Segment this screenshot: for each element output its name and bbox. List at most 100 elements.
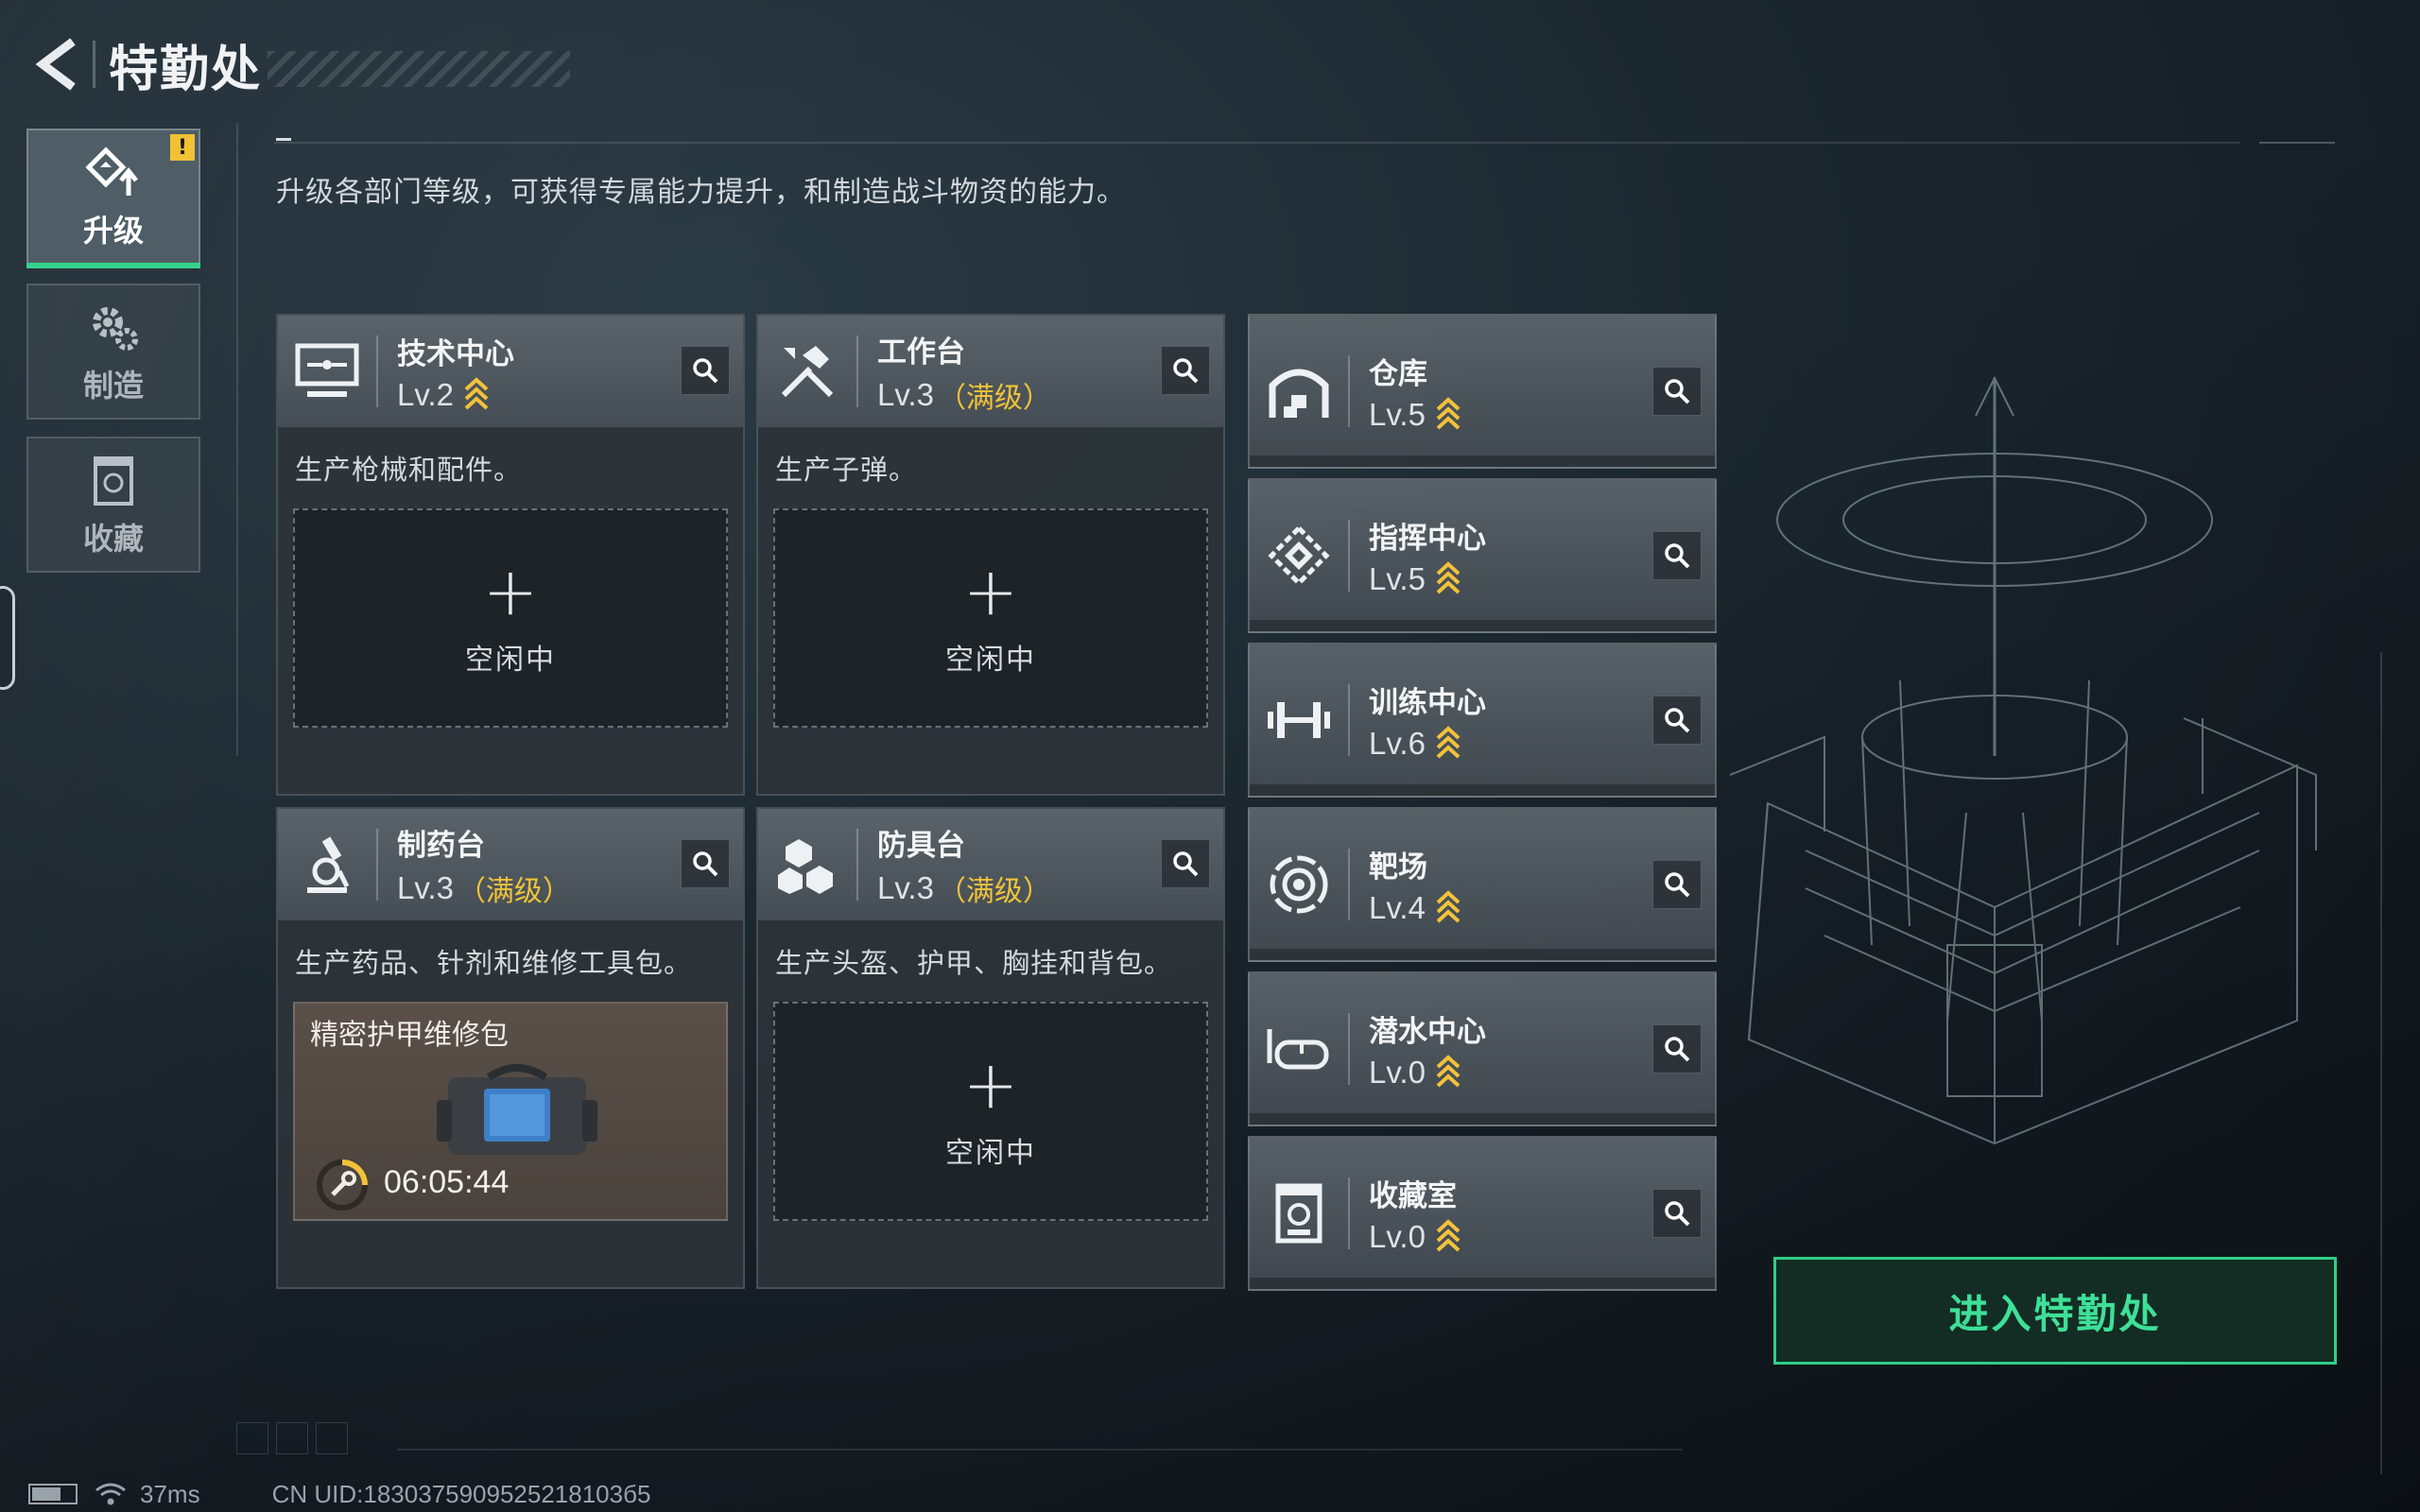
upgrade-chevrons-icon <box>1435 889 1461 927</box>
right-divider <box>2380 652 2382 1474</box>
dept-name: 制药台 <box>397 828 485 863</box>
facility-level: Lv.5 <box>1369 560 1426 596</box>
inspect-button[interactable] <box>1652 860 1702 909</box>
inspect-button[interactable] <box>681 839 730 888</box>
search-icon <box>1665 379 1690 404</box>
production-slot-idle[interactable]: + 空闲中 <box>773 1002 1208 1221</box>
dept-header[interactable]: 制药台 Lv.3 （满级） <box>278 809 743 920</box>
repair-kit-bag-image <box>437 1057 597 1172</box>
upgrade-icon <box>80 143 147 203</box>
add-icon: + <box>962 1046 1019 1124</box>
max-level-tag: （满级） <box>937 874 1051 908</box>
facility-card-training-center[interactable]: 训练中心 Lv.6 <box>1248 643 1717 798</box>
nav-tab-upgrade[interactable]: ! 升级 <box>26 129 200 268</box>
search-icon <box>1173 851 1199 877</box>
header-divider <box>1348 520 1350 592</box>
facility-card-collection-room[interactable]: 收藏室 Lv.0 <box>1248 1136 1717 1291</box>
search-icon <box>693 358 718 384</box>
facility-name: 收藏室 <box>1369 1178 1457 1213</box>
facility-level: Lv.0 <box>1369 1218 1426 1254</box>
collection-icon <box>80 451 147 511</box>
header-divider <box>93 41 95 88</box>
dept-name: 工作台 <box>877 335 965 369</box>
facility-level: Lv.5 <box>1369 396 1426 432</box>
microscope-icon <box>278 809 376 920</box>
dept-description: 生产枪械和配件。 <box>295 454 523 486</box>
header-divider <box>1348 1177 1350 1249</box>
inspect-button[interactable] <box>1161 839 1210 888</box>
enter-special-ops-button[interactable]: 进入特勤处 <box>1773 1257 2337 1365</box>
production-slot-idle[interactable]: + 空闲中 <box>293 508 728 728</box>
upgrade-chevrons-icon <box>1435 396 1461 434</box>
search-icon <box>1665 543 1690 569</box>
nav-tab-collection[interactable]: 收藏 <box>26 437 200 573</box>
inspect-button[interactable] <box>1652 1189 1702 1238</box>
search-icon <box>1665 1201 1690 1227</box>
wifi-icon <box>95 1483 126 1505</box>
search-icon <box>1173 358 1199 384</box>
upgrade-chevrons-icon <box>1435 725 1461 763</box>
wrench-timer-icon <box>316 1159 369 1215</box>
inspect-button[interactable] <box>1161 346 1210 395</box>
dept-header[interactable]: 防具台 Lv.3 （满级） <box>758 809 1223 920</box>
facility-card-diving-center[interactable]: 潜水中心 Lv.0 <box>1248 971 1717 1126</box>
dept-card-pharmacy: 制药台 Lv.3 （满级） 生产药品、针剂和维修工具包。 精密护甲维修包 06:… <box>276 807 745 1289</box>
dumbbell-icon <box>1250 644 1348 796</box>
back-button[interactable] <box>28 31 85 97</box>
dept-description: 生产药品、针剂和维修工具包。 <box>295 947 693 979</box>
facility-level: Lv.4 <box>1369 889 1426 925</box>
header-divider <box>1348 355 1350 427</box>
production-slot-idle[interactable]: + 空闲中 <box>773 508 1208 728</box>
inspect-button[interactable] <box>1652 1024 1702 1074</box>
bottom-decoration <box>236 1422 348 1454</box>
status-bar: 37ms CN UID:1830375909525218103б5 <box>28 1480 650 1508</box>
top-rule <box>274 142 2240 144</box>
header-divider <box>856 829 858 901</box>
dept-level: Lv.3 <box>877 869 934 905</box>
user-uid: CN UID:1830375909525218103б5 <box>271 1479 651 1508</box>
dept-name: 技术中心 <box>397 336 514 371</box>
upgrade-chevrons-icon <box>463 376 490 414</box>
dept-header[interactable]: 技术中心 Lv.2 <box>278 316 743 427</box>
side-drawer-handle[interactable] <box>0 586 15 690</box>
dept-description: 生产子弹。 <box>775 454 918 486</box>
header-divider <box>856 335 858 407</box>
production-slot-busy[interactable]: 精密护甲维修包 06:05:44 <box>293 1002 728 1221</box>
title-decoration <box>268 51 571 87</box>
nav-divider <box>236 123 238 756</box>
dept-description: 生产头盔、护甲、胸挂和背包。 <box>775 947 1173 979</box>
facility-card-command-center[interactable]: 指挥中心 Lv.5 <box>1248 478 1717 633</box>
inspect-button[interactable] <box>1652 531 1702 580</box>
dept-level: Lv.3 <box>877 376 934 412</box>
slot-status: 空闲中 <box>945 644 1036 677</box>
upgrade-chevrons-icon <box>1435 560 1461 598</box>
inspect-button[interactable] <box>681 346 730 395</box>
hammer-icon <box>758 316 856 427</box>
add-icon: + <box>482 553 539 630</box>
dept-level: Lv.2 <box>397 376 454 412</box>
header: 特勤处 <box>28 26 571 102</box>
crafting-timer: 06:05:44 <box>384 1164 510 1200</box>
dept-header[interactable]: 工作台 Lv.3 （满级） <box>758 316 1223 427</box>
facility-level: Lv.6 <box>1369 725 1426 761</box>
dept-card-workbench: 工作台 Lv.3 （满级） 生产子弹。 + 空闲中 <box>756 314 1225 796</box>
nav-tab-craft[interactable]: 制造 <box>26 284 200 420</box>
dept-name: 防具台 <box>877 828 965 863</box>
header-divider <box>1348 849 1350 920</box>
upgrade-chevrons-icon <box>1435 1218 1461 1256</box>
warehouse-icon <box>1250 316 1348 467</box>
inspect-button[interactable] <box>1652 696 1702 745</box>
monitor-icon <box>278 316 376 427</box>
facility-name: 指挥中心 <box>1369 521 1486 556</box>
crafting-item-name: 精密护甲维修包 <box>310 1019 509 1052</box>
inspect-button[interactable] <box>1652 367 1702 416</box>
armor-blocks-icon <box>758 809 856 920</box>
search-icon <box>1665 872 1690 898</box>
intro-text: 升级各部门等级，可获得专属能力提升，和制造战斗物资的能力。 <box>276 176 1126 209</box>
facility-card-warehouse[interactable]: 仓库 Lv.5 <box>1248 314 1717 469</box>
facility-card-shooting-range[interactable]: 靶场 Lv.4 <box>1248 807 1717 962</box>
cta-label: 进入特勤处 <box>1948 1290 2162 1337</box>
search-icon <box>1665 708 1690 733</box>
top-rule-mark <box>276 138 291 141</box>
max-level-tag: （满级） <box>457 874 571 908</box>
